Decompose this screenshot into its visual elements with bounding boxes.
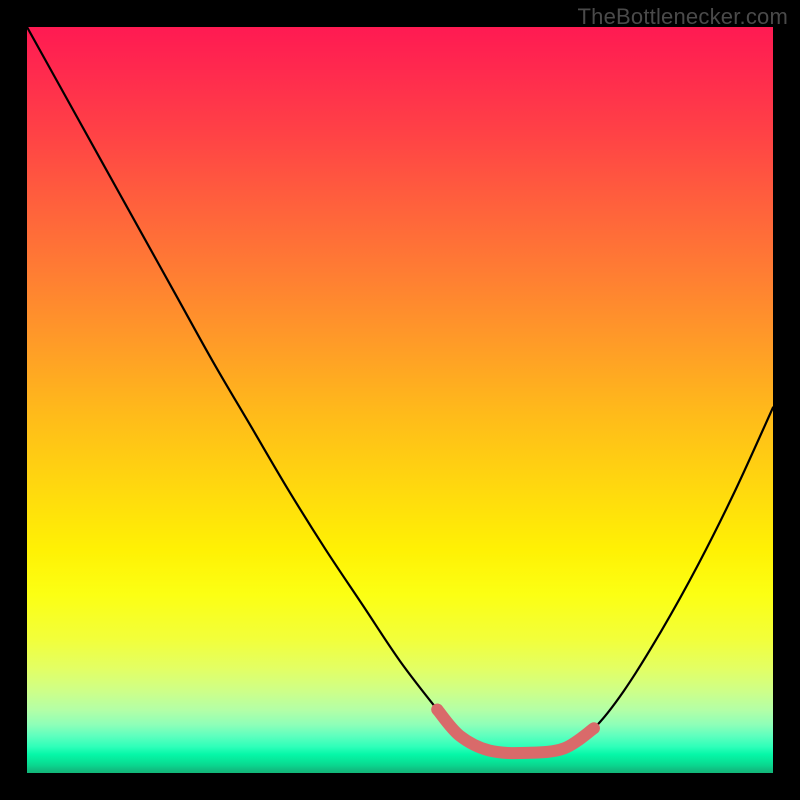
chart-svg xyxy=(27,27,773,773)
optimal-range-marker xyxy=(437,710,594,753)
chart-plot-area xyxy=(27,27,773,773)
bottleneck-curve-line xyxy=(27,27,773,753)
watermark-text: TheBottlenecker.com xyxy=(578,4,788,30)
optimal-range-start-dot xyxy=(431,704,443,716)
